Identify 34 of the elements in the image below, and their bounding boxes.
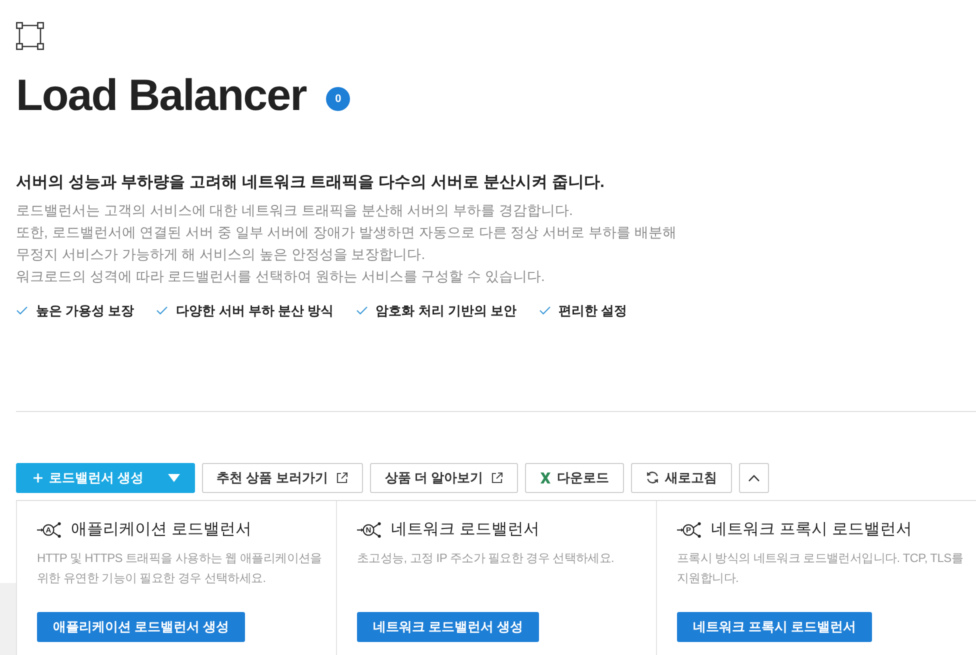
selection-frame-icon bbox=[16, 22, 44, 50]
link-button[interactable]: 추천 상품 보러가기 bbox=[202, 462, 363, 493]
link-button[interactable]: 상품 더 알아보기 bbox=[370, 462, 518, 493]
external-link-icon bbox=[491, 472, 504, 484]
create-button[interactable]: 네트워크 프록시 로드밸런서 bbox=[677, 612, 872, 642]
plus-icon bbox=[33, 472, 43, 483]
intro-heading: 서버의 성능과 부하량을 고려해 네트워크 트래픽을 다수의 서버로 분산시켜 줍니다. bbox=[16, 172, 606, 193]
count-badge: 0 bbox=[326, 86, 350, 111]
card-title: 네트워크 로드밸런서 bbox=[391, 520, 540, 540]
card-description: 초고성능, 고정 IP 주소가 필요한 경우 선택하세요. bbox=[357, 550, 616, 567]
download-button[interactable]: 다운로드 bbox=[525, 462, 624, 493]
x-mark-icon bbox=[540, 472, 552, 484]
feature-text: 암호화 처리 기반의 보안 bbox=[376, 302, 517, 320]
intro-text: 로드밸런서는 고객의 서비스에 대한 네트워크 트래픽을 분산해 서버의 부하를 경감합니다. 또한, 로드밸런서에 연결된 서버 중 일부 서버에 장애가 발생하면 자동으로 다른 정상 서버로 부하를 배분해 무정지 서비스가 가능하게 해 서비스의 높은 안정성을 보장합니다. 워크로드의 성격에 따라 로드밸런서를 선택하여 원하는 서비스를 구성할 수 있습니다. bbox=[16, 200, 678, 286]
refresh-icon bbox=[646, 471, 660, 484]
check-icon bbox=[538, 306, 551, 316]
card-title: 네트워크 프록시 로드밸런서 bbox=[711, 520, 912, 540]
card-description: HTTP 및 HTTPS 트래픽을 사용하는 웹 애플리케이션을 위한 유연한 기능이 필요한 경우 선택하세요. bbox=[37, 550, 323, 587]
caret-down-icon bbox=[168, 474, 180, 482]
card-title: 애플리케이션 로드밸런서 bbox=[71, 520, 252, 540]
create-button[interactable]: 애플리케이션 로드밸런서 생성 bbox=[37, 612, 246, 642]
card-description: 프록시 방식의 네트워크 로드밸런서입니다. TCP, TLS를 지원합니다. bbox=[677, 550, 964, 587]
feature-text: 높은 가용성 보장 bbox=[36, 302, 134, 320]
feature-text: 다양한 서버 부하 분산 방식 bbox=[176, 302, 334, 320]
collapse-button[interactable] bbox=[739, 462, 770, 493]
page-title: Load Balancer bbox=[16, 70, 306, 122]
feature-text: 편리한 설정 bbox=[558, 302, 628, 320]
check-icon bbox=[356, 306, 368, 316]
chevron-up-icon bbox=[748, 474, 760, 482]
refresh-button[interactable]: 새로고침 bbox=[631, 462, 732, 493]
check-icon bbox=[16, 306, 28, 316]
create-button[interactable]: 네트워크 로드밸런서 생성 bbox=[357, 612, 540, 642]
check-icon bbox=[156, 306, 168, 316]
external-link-icon bbox=[336, 472, 348, 484]
